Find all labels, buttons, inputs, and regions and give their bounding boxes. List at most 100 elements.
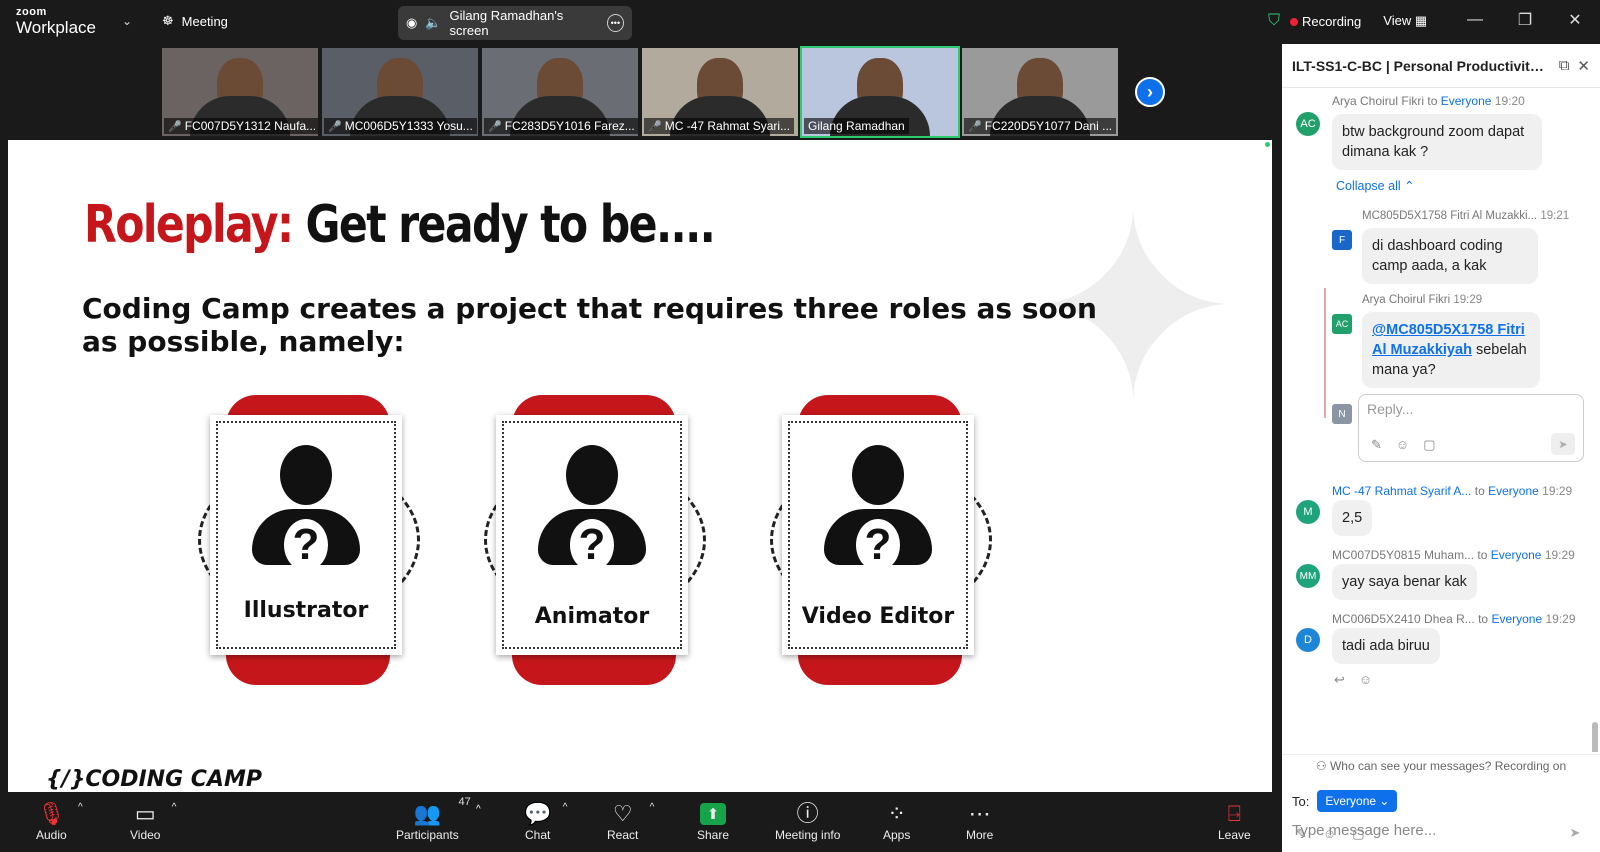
leave-button[interactable]: ⍈ Leave: [1218, 800, 1251, 842]
timestamp: 19:29: [1545, 612, 1576, 626]
format-icon[interactable]: ✎: [1296, 826, 1307, 842]
file-icon[interactable]: ▢: [1423, 437, 1435, 453]
red-cap-bottom: [798, 655, 962, 685]
react-label: React: [607, 828, 639, 842]
card: ? Animator: [496, 415, 688, 655]
meeting-menu[interactable]: ☸ Meeting: [162, 13, 228, 29]
meeting-toolbar: 🎙 Audio ^ ▭ Video ^ 👥 47 Participants ^ …: [0, 792, 1280, 852]
message-meta: MC006D5X2410 Dhea R... to Everyone 19:29: [1332, 612, 1576, 626]
participants-button[interactable]: 👥 47 Participants: [396, 796, 471, 842]
avatar: F: [1332, 230, 1352, 250]
slide-body: Coding Camp creates a project that requi…: [82, 292, 1097, 358]
apps-button[interactable]: ⁘ Apps: [883, 800, 910, 842]
share-up-arrow-icon: ⬆: [700, 803, 727, 825]
send-icon[interactable]: ➤: [1562, 822, 1588, 844]
more-button[interactable]: ⋯ More: [966, 800, 993, 842]
privacy-notice[interactable]: ⚇ Who can see your messages? Recording o…: [1282, 754, 1600, 776]
red-cap-bottom: [512, 655, 676, 685]
slide-title: Roleplay: Get ready to be....: [84, 195, 716, 255]
message-meta: MC -47 Rahmat Syarif A... to Everyone 19…: [1332, 484, 1572, 498]
timestamp: 19:29: [1544, 548, 1575, 562]
sender-name[interactable]: MC007D5Y0815 Muham...: [1332, 548, 1474, 562]
grid-icon: ▦: [1414, 13, 1428, 28]
top-bar: zoom Workplace ⌄ ☸ Meeting ◉ 🔈 Gilang Ra…: [0, 0, 1600, 44]
caret-up-icon[interactable]: ^: [650, 802, 655, 813]
screen-label: Gilang Ramadhan's screen: [449, 8, 564, 38]
chat-scrollbar[interactable]: [1592, 722, 1598, 752]
chat-panel: ILT-SS1-C-BC | Personal Productivity: ..…: [1282, 44, 1600, 852]
participant-name: MC006D5Y1333 Yosu...: [344, 119, 473, 133]
chevron-down-icon[interactable]: ⌄: [122, 14, 132, 28]
reply-icon[interactable]: ↩: [1334, 672, 1345, 688]
shield-icon: ⛉: [1268, 12, 1281, 29]
people-icon: ⚇: [1315, 759, 1327, 773]
to-label: To:: [1292, 793, 1310, 809]
chat-button[interactable]: 💬 Chat ^: [524, 800, 567, 842]
caret-up-icon[interactable]: ^: [78, 802, 83, 813]
brand-top: zoom: [16, 6, 47, 18]
close-icon[interactable]: ✕: [1550, 0, 1600, 40]
message-bubble[interactable]: btw background zoom dapat dimana kak ?: [1332, 114, 1542, 170]
minimize-icon[interactable]: —: [1450, 0, 1500, 40]
close-icon[interactable]: ✕: [1577, 57, 1590, 75]
recipient: Everyone: [1440, 94, 1492, 108]
to-word: to: [1478, 612, 1489, 626]
message-actions: ↩ ☺: [1334, 672, 1372, 688]
popout-icon[interactable]: ⧉: [1559, 57, 1570, 74]
collapse-all-link[interactable]: Collapse all ⌃: [1336, 178, 1415, 193]
role-label: Animator: [534, 604, 650, 629]
emoji-icon[interactable]: ☺: [1396, 437, 1409, 453]
video-label: Video: [130, 828, 161, 842]
mic-off-icon: 🎤: [168, 120, 182, 133]
next-page-button[interactable]: ›: [1135, 77, 1165, 107]
react-button[interactable]: ♡ React ^: [607, 800, 654, 842]
sender-name[interactable]: Arya Choirul Fikri: [1362, 294, 1450, 306]
participant-tile[interactable]: 🎤 MC -47 Rahmat Syari...: [640, 46, 800, 138]
restore-icon[interactable]: ❐: [1500, 0, 1550, 40]
heart-icon: ♡: [612, 801, 633, 826]
video-button[interactable]: ▭ Video ^: [130, 800, 176, 842]
window-controls: — ❐ ✕: [1450, 0, 1600, 40]
message-bubble[interactable]: tadi ada biruu: [1332, 628, 1440, 664]
view-label: View: [1383, 13, 1412, 28]
message-bubble[interactable]: yay saya benar kak: [1332, 564, 1477, 600]
sender-name[interactable]: MC -47 Rahmat Syarif A...: [1332, 484, 1471, 498]
avatar: D: [1296, 628, 1320, 652]
message-bubble[interactable]: 2,5: [1332, 500, 1373, 536]
emoji-icon[interactable]: ☺: [1323, 826, 1336, 842]
caret-up-icon[interactable]: ^: [476, 804, 481, 815]
zoom-workplace-menu[interactable]: zoom Workplace: [16, 6, 96, 37]
reply-input[interactable]: Reply... ✎ ☺ ▢ ➤: [1358, 394, 1584, 462]
sender-name[interactable]: MC006D5X2410 Dhea R...: [1332, 612, 1475, 626]
audio-button[interactable]: 🎙 Audio ^: [36, 800, 83, 842]
participant-tile[interactable]: 🎤 FC283D5Y1016 Farez...: [480, 46, 640, 138]
recording-indicator[interactable]: Recording: [1290, 14, 1361, 29]
participant-tile[interactable]: 🎤 MC006D5Y1333 Yosu...: [320, 46, 480, 138]
participant-tile[interactable]: 🎤 FC007D5Y1312 Naufa...: [160, 46, 320, 138]
caret-up-icon[interactable]: ^: [172, 802, 177, 813]
view-button[interactable]: View ▦: [1383, 13, 1427, 29]
collapse-label: Collapse all: [1336, 179, 1401, 193]
sender-name[interactable]: MC805D5X1758 Fitri Al Muzakki...: [1362, 210, 1537, 222]
file-icon[interactable]: ▢: [1352, 826, 1364, 842]
more-options-icon[interactable]: •••: [606, 14, 624, 32]
message-meta: Arya Choirul Fikri to Everyone 19:20: [1332, 94, 1525, 108]
participant-tile[interactable]: Gilang Ramadhan: [800, 46, 960, 138]
participant-tile[interactable]: 🎤 FC220D5Y1077 Dani ...: [960, 46, 1120, 138]
participant-name: FC007D5Y1312 Naufa...: [184, 119, 317, 133]
message-bubble[interactable]: @MC805D5X1758 Fitri Al Muzakkiyah sebela…: [1362, 312, 1540, 388]
chat-messages: AC Arya Choirul Fikri to Everyone 19:20 …: [1282, 92, 1600, 752]
share-button[interactable]: ⬆ Share: [697, 800, 729, 842]
screen-share-pill[interactable]: ◉ 🔈 Gilang Ramadhan's screen •••: [398, 6, 632, 40]
reaction-icon[interactable]: ☺: [1359, 672, 1372, 688]
sender-name[interactable]: Arya Choirul Fikri: [1332, 94, 1424, 108]
recipient-dropdown[interactable]: Everyone ⌄: [1317, 790, 1398, 812]
meeting-info-button[interactable]: ⓘ Meeting info: [775, 800, 840, 842]
format-icon[interactable]: ✎: [1371, 437, 1382, 453]
participant-name: FC283D5Y1016 Farez...: [504, 119, 635, 133]
message-bubble[interactable]: di dashboard coding camp aada, a kak: [1362, 228, 1538, 284]
caret-up-icon[interactable]: ^: [563, 802, 568, 813]
participant-name-tag: 🎤 MC006D5Y1333 Yosu...: [324, 118, 477, 134]
brand-bottom: Workplace: [16, 18, 96, 37]
send-icon[interactable]: ➤: [1551, 433, 1575, 455]
